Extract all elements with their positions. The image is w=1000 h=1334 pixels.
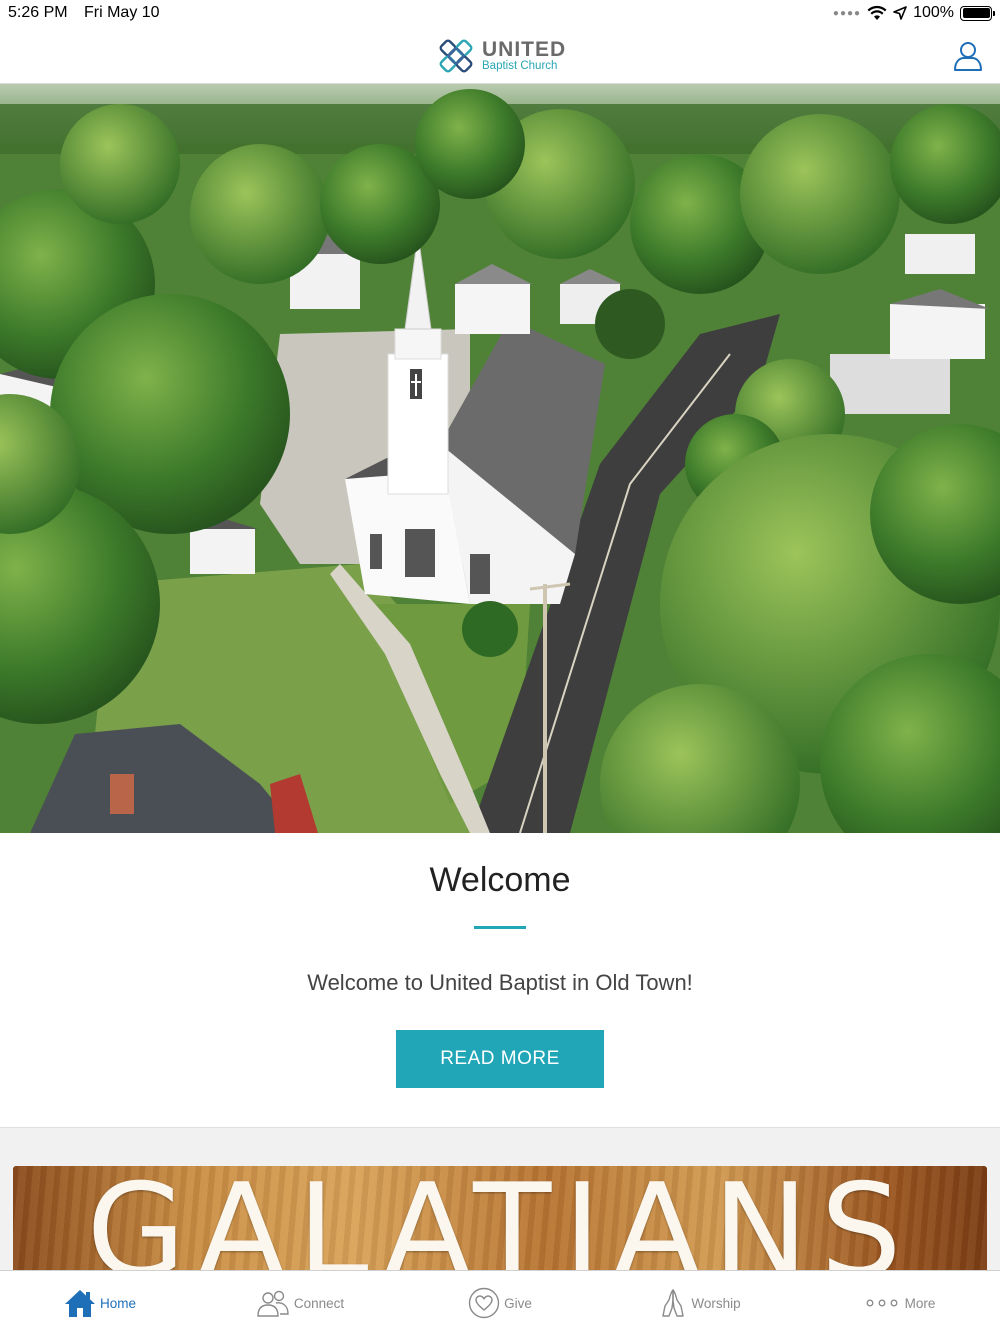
welcome-text: Welcome to United Baptist in Old Town! — [307, 970, 693, 995]
profile-icon[interactable] — [952, 40, 984, 72]
heart-icon — [468, 1287, 500, 1319]
more-dots-icon — [866, 1299, 898, 1307]
tab-more[interactable]: More — [800, 1271, 1000, 1334]
tab-connect[interactable]: Connect — [200, 1271, 400, 1334]
tab-more-label: More — [904, 1295, 936, 1311]
wifi-icon — [867, 5, 887, 20]
battery-icon — [960, 5, 995, 21]
tab-worship[interactable]: Worship — [600, 1271, 800, 1334]
location-arrow-icon — [893, 6, 907, 20]
home-icon — [64, 1290, 95, 1317]
sermon-series-title: GALATIANS — [86, 1166, 914, 1271]
title-underline — [474, 926, 526, 929]
hero-image — [0, 84, 1000, 833]
status-date: Fri May 10 — [84, 4, 160, 21]
status-time: 5:26 PM — [8, 4, 68, 21]
status-indicators: ●●●● 100% — [832, 4, 995, 22]
tab-home[interactable]: Home — [0, 1271, 200, 1334]
tab-bar: Home Connect Give Worship More — [0, 1270, 1000, 1334]
tab-home-label: Home — [99, 1295, 136, 1311]
status-bar: 5:26 PM Fri May 10 ●●●● 100% — [0, 0, 1000, 28]
logo-knot-icon — [439, 39, 473, 73]
sermon-series-card[interactable]: GALATIANS — [13, 1166, 987, 1270]
church-logo[interactable]: UNITED Baptist Church — [434, 34, 566, 78]
welcome-title: Welcome — [429, 861, 571, 899]
logo-title: UNITED — [482, 38, 567, 62]
signal-icon: ●●●● — [832, 7, 862, 19]
tab-connect-label: Connect — [293, 1295, 345, 1311]
tab-worship-label: Worship — [691, 1295, 741, 1311]
app-header: UNITED Baptist Church — [0, 28, 1000, 84]
tab-give-label: Give — [504, 1295, 532, 1311]
read-more-button[interactable]: READ MORE — [396, 1030, 604, 1088]
people-icon — [257, 1290, 289, 1317]
welcome-section: Welcome Welcome to United Baptist in Old… — [0, 833, 1000, 1127]
logo-subtitle: Baptist Church — [482, 60, 558, 73]
battery-percent: 100% — [913, 4, 954, 21]
praying-hands-icon — [662, 1289, 685, 1317]
tab-give[interactable]: Give — [400, 1271, 600, 1334]
